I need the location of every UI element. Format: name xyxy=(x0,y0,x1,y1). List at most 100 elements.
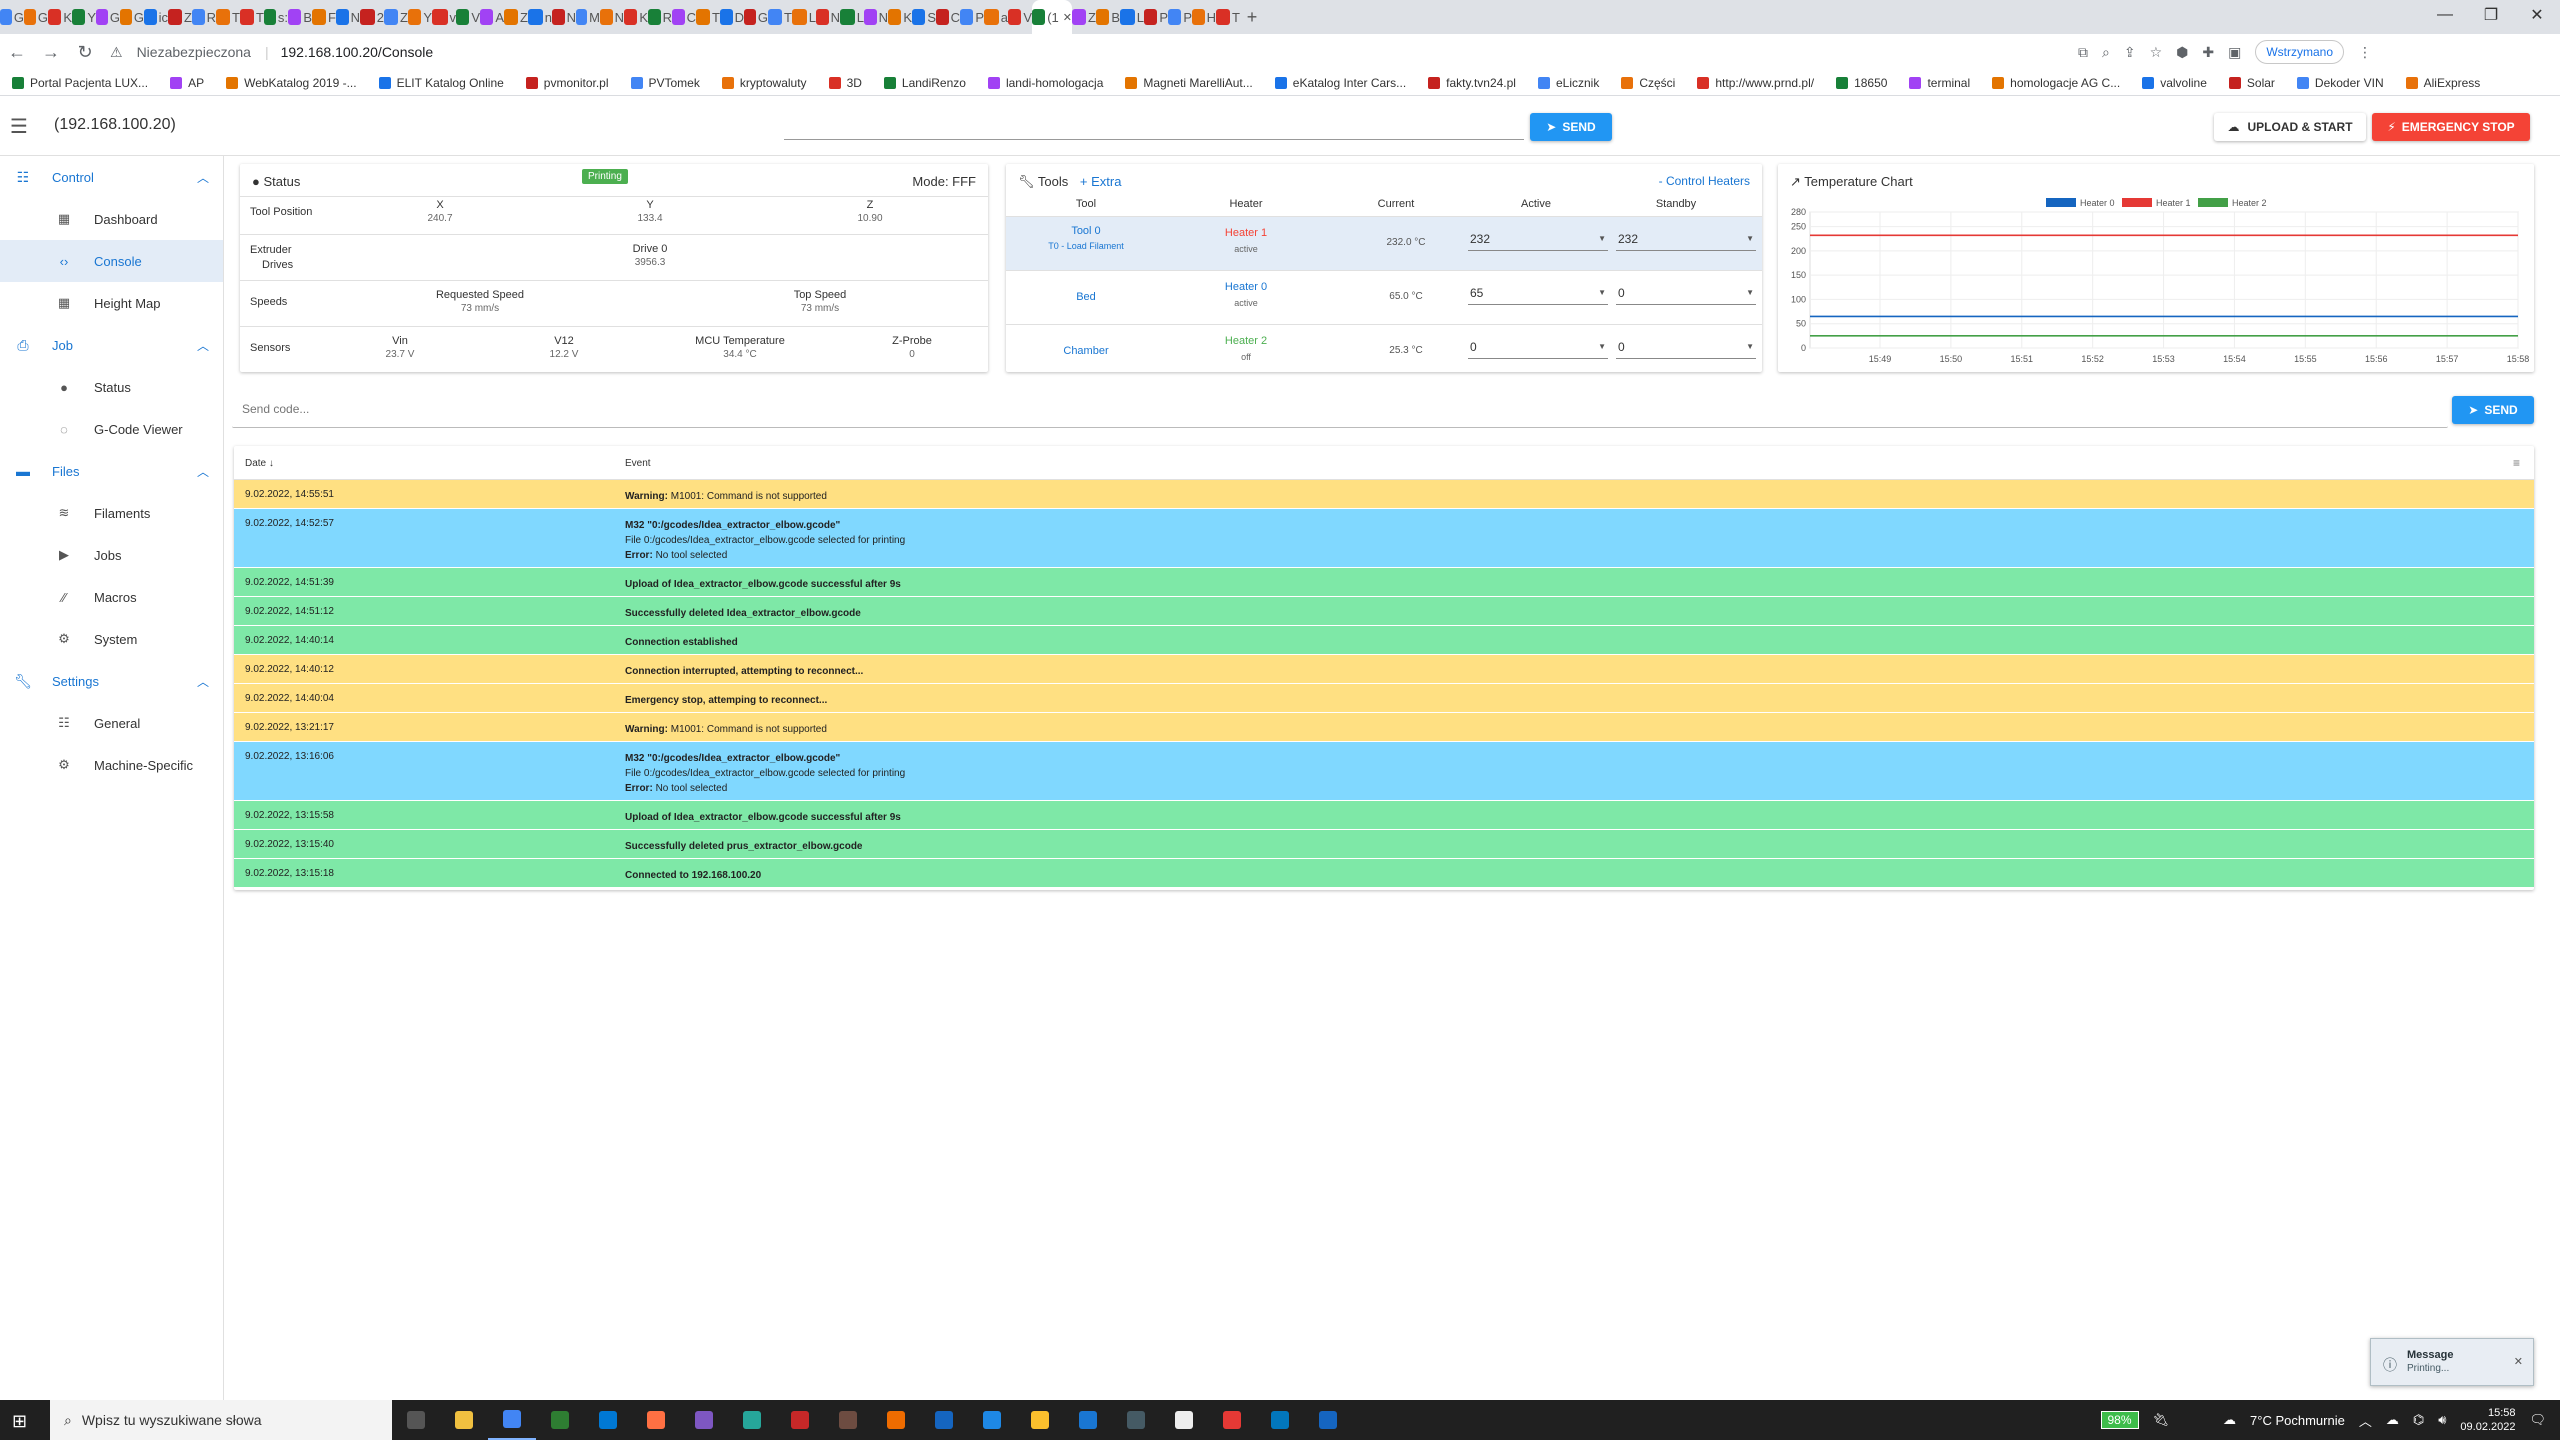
browser-tab[interactable]: P xyxy=(1144,0,1168,34)
browser-tab[interactable]: S xyxy=(912,0,936,34)
taskbar-app-icon[interactable] xyxy=(584,1400,632,1440)
top-code-input[interactable] xyxy=(784,139,1524,140)
url-bar[interactable]: ⚠ Niezabezpieczona | 192.168.100.20/Cons… xyxy=(110,37,2070,67)
browser-tab[interactable]: K xyxy=(624,0,648,34)
browser-tab[interactable]: N xyxy=(864,0,888,34)
sidebar-item-console[interactable]: ‹› Console xyxy=(0,240,223,282)
browser-tab[interactable]: Z xyxy=(504,0,528,34)
bookmark-star-icon[interactable]: ☆ xyxy=(2150,44,2163,61)
taskbar-app-icon[interactable] xyxy=(824,1400,872,1440)
sidebar-item-dashboard[interactable]: ▦ Dashboard xyxy=(0,198,223,240)
sidebar-item-machine-specific[interactable]: ⚙ Machine-Specific xyxy=(0,744,223,786)
bookmark-item[interactable]: eKatalog Inter Cars... xyxy=(1274,76,1406,90)
tool-name-cell[interactable]: Bed xyxy=(1006,291,1166,303)
tool-name-cell[interactable]: Chamber xyxy=(1006,345,1166,357)
browser-tab[interactable]: K xyxy=(888,0,912,34)
heater-cell[interactable]: Heater 0 active xyxy=(1166,279,1326,311)
legend-label[interactable]: Heater 0 xyxy=(2080,198,2115,208)
active-temp-select[interactable]: 0 ▼ xyxy=(1468,335,1608,359)
extension-icon[interactable]: ⬢ xyxy=(2176,44,2188,61)
taskbar-app-icon[interactable] xyxy=(1256,1400,1304,1440)
browser-tab[interactable]: B xyxy=(1096,0,1120,34)
close-window-icon[interactable]: ✕ xyxy=(2514,0,2560,30)
date-column-header[interactable]: Date ↓ xyxy=(245,458,274,469)
send-code-input[interactable] xyxy=(242,402,2432,416)
browser-tab[interactable]: a xyxy=(984,0,1008,34)
browser-tab[interactable]: N xyxy=(600,0,624,34)
bookmark-item[interactable]: PVTomek xyxy=(630,76,700,90)
bookmark-item[interactable]: pvmonitor.pl xyxy=(525,76,609,90)
browser-tab[interactable]: n xyxy=(528,0,552,34)
taskbar-app-icon[interactable] xyxy=(488,1400,536,1440)
hamburger-menu-icon[interactable]: ☰ xyxy=(10,114,28,139)
browser-tab[interactable]: Y xyxy=(408,0,432,34)
browser-tab[interactable]: Z xyxy=(1072,0,1096,34)
weather-text[interactable]: 7°C Pochmurnie xyxy=(2250,1413,2345,1428)
browser-tab[interactable]: N xyxy=(336,0,360,34)
bookmark-item[interactable]: Magneti MarelliAut... xyxy=(1125,76,1253,90)
taskbar-app-icon[interactable] xyxy=(920,1400,968,1440)
legend-swatch[interactable] xyxy=(2046,198,2076,207)
bookmark-item[interactable]: Portal Pacjenta LUX... xyxy=(12,76,148,90)
browser-tab[interactable]: G xyxy=(96,0,120,34)
bookmark-item[interactable]: WebKatalog 2019 -... xyxy=(226,76,357,90)
sidebar-group-files[interactable]: ▬ Files ︿ xyxy=(0,450,223,492)
url-text[interactable]: 192.168.100.20/Console xyxy=(281,44,434,60)
browser-tab[interactable]: T xyxy=(768,0,792,34)
standby-temp-select[interactable]: 232 ▼ xyxy=(1616,227,1756,251)
legend-label[interactable]: Heater 2 xyxy=(2232,198,2267,208)
browser-tab[interactable]: G xyxy=(24,0,48,34)
browser-tab[interactable]: K xyxy=(48,0,72,34)
bookmark-item[interactable]: homologacje AG C... xyxy=(1992,76,2120,90)
taskbar-app-icon[interactable] xyxy=(728,1400,776,1440)
extra-link[interactable]: + Extra xyxy=(1080,174,1122,189)
browser-tab[interactable]: M xyxy=(576,0,600,34)
tool-name-cell[interactable]: Tool 0 T0 - Load Filament xyxy=(1006,225,1166,251)
browser-tab[interactable]: A xyxy=(480,0,504,34)
new-tab-icon[interactable]: + xyxy=(1240,0,1264,34)
tool-sub-link[interactable]: T0 - Load Filament xyxy=(1006,241,1166,251)
zoom-icon[interactable]: ⌕ xyxy=(2102,44,2110,61)
sidebar-item-system[interactable]: ⚙ System xyxy=(0,618,223,660)
taskbar-app-icon[interactable] xyxy=(392,1400,440,1440)
bookmark-item[interactable]: kryptowaluty xyxy=(721,76,807,90)
taskbar-app-icon[interactable] xyxy=(1160,1400,1208,1440)
browser-tab[interactable]: R xyxy=(648,0,672,34)
translate-icon[interactable]: ⧉ xyxy=(2078,44,2088,61)
browser-tab[interactable]: N xyxy=(552,0,576,34)
bookmark-item[interactable]: terminal xyxy=(1909,76,1970,90)
browser-tab[interactable]: G xyxy=(0,0,24,34)
taskbar-app-icon[interactable] xyxy=(1208,1400,1256,1440)
toast-close-icon[interactable]: ✕ xyxy=(2514,1355,2523,1368)
taskbar-app-icon[interactable] xyxy=(968,1400,1016,1440)
profile-button[interactable]: Wstrzymano xyxy=(2255,40,2345,64)
bookmark-item[interactable]: Solar xyxy=(2228,76,2275,90)
browser-tab[interactable]: L xyxy=(840,0,864,34)
browser-tab[interactable]: T xyxy=(216,0,240,34)
browser-tab[interactable]: 2 xyxy=(360,0,384,34)
bookmark-item[interactable]: eLicznik xyxy=(1537,76,1599,90)
browser-tab[interactable]: T xyxy=(696,0,720,34)
browser-tab[interactable]: C xyxy=(672,0,696,34)
sidebar-group-job[interactable]: ⎙ Job ︿ xyxy=(0,324,223,366)
browser-tab[interactable]: V xyxy=(456,0,480,34)
browser-tab[interactable]: N xyxy=(816,0,840,34)
browser-tab[interactable]: (1 ✕ xyxy=(1032,0,1072,34)
forward-icon[interactable]: → xyxy=(34,35,68,69)
taskbar-app-icon[interactable] xyxy=(632,1400,680,1440)
browser-tab[interactable]: V xyxy=(1008,0,1032,34)
taskbar-app-icon[interactable] xyxy=(680,1400,728,1440)
network-icon[interactable]: ⌬ xyxy=(2413,1412,2424,1428)
taskbar-app-icon[interactable] xyxy=(1304,1400,1352,1440)
browser-tab[interactable]: H xyxy=(1192,0,1216,34)
taskbar-search[interactable]: ⌕ Wpisz tu wyszukiwane słowa xyxy=(50,1400,392,1440)
extensions-puzzle-icon[interactable]: ✚ xyxy=(2202,44,2214,61)
sidebar-item-general[interactable]: ☷ General xyxy=(0,702,223,744)
browser-tab[interactable]: Z xyxy=(384,0,408,34)
browser-tab[interactable]: T xyxy=(1216,0,1240,34)
reload-icon[interactable]: ↻ xyxy=(68,35,102,69)
notifications-icon[interactable]: 🗨︎ xyxy=(2529,1412,2546,1428)
send-code-button[interactable]: ➤ SEND xyxy=(2452,396,2534,424)
browser-tab[interactable]: v xyxy=(432,0,456,34)
windows-start-icon[interactable]: ⊞ xyxy=(12,1411,27,1432)
